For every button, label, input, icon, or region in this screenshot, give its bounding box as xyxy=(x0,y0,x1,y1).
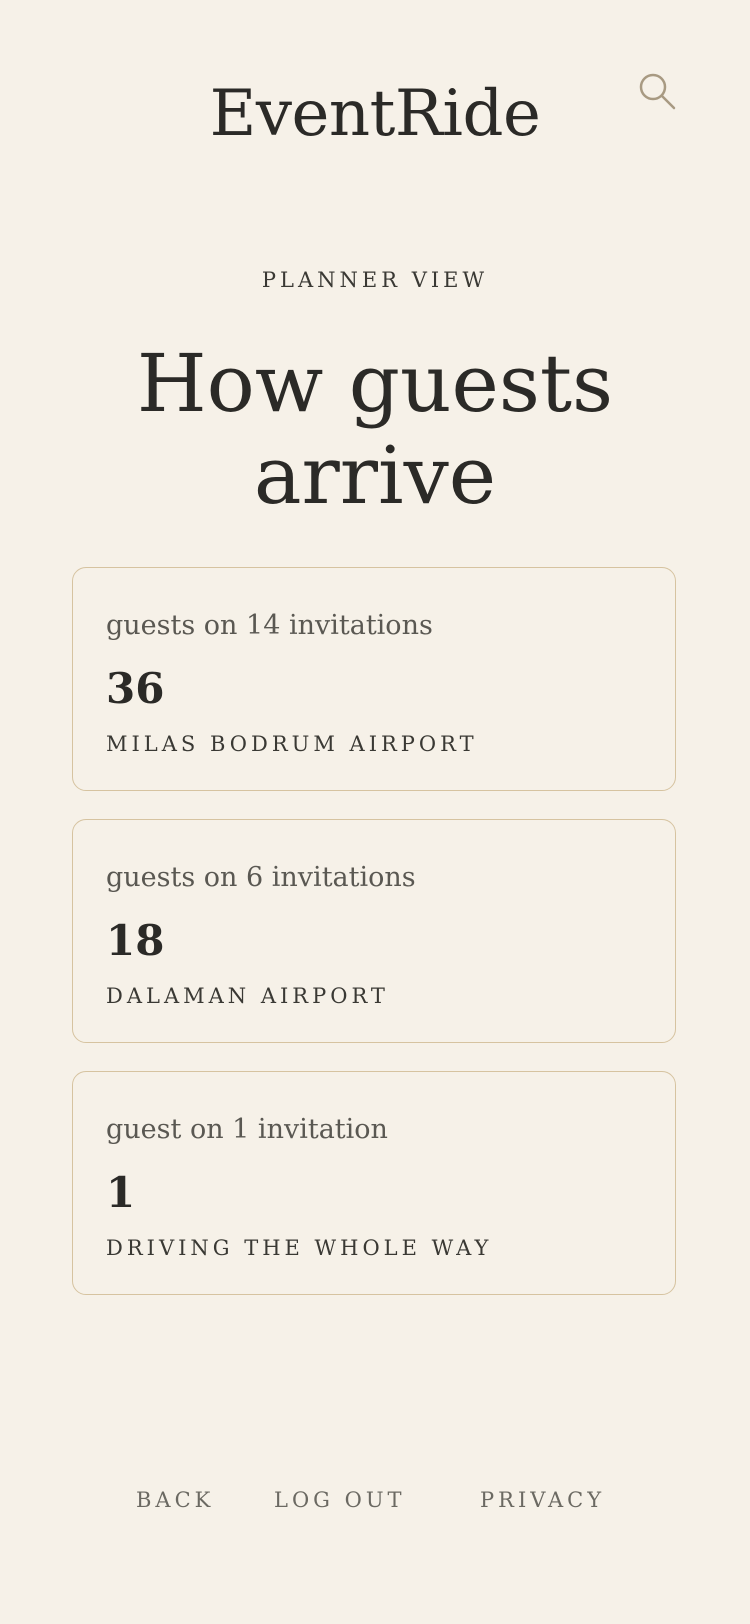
page-title: How guests arrive xyxy=(0,338,750,522)
search-button[interactable] xyxy=(638,72,678,112)
app-header: EventRide xyxy=(0,0,750,180)
search-icon xyxy=(639,73,676,110)
arrival-card-caption: guests on 6 invitations xyxy=(106,862,416,893)
privacy-link[interactable]: PRIVACY xyxy=(480,1488,605,1512)
arrival-card-caption: guests on 14 invitations xyxy=(106,610,433,641)
arrival-card-count: 1 xyxy=(106,1168,136,1217)
arrival-card-count: 36 xyxy=(106,664,165,713)
arrival-card-destination: DALAMAN AIRPORT xyxy=(106,984,389,1008)
back-link[interactable]: BACK xyxy=(136,1488,214,1512)
arrival-card: guest on 1 invitation 1 DRIVING THE WHOL… xyxy=(72,1071,676,1295)
page-title-line-1: How guests xyxy=(136,337,614,430)
section-eyebrow: PLANNER VIEW xyxy=(261,268,489,292)
arrival-card-count: 18 xyxy=(106,916,165,965)
arrival-card-destination: DRIVING THE WHOLE WAY xyxy=(106,1236,493,1260)
logout-link[interactable]: LOG OUT xyxy=(274,1488,406,1512)
page-title-line-2: arrive xyxy=(253,429,497,522)
arrival-card-destination: MILAS BODRUM AIRPORT xyxy=(106,732,478,756)
arrival-card: guests on 6 invitations 18 DALAMAN AIRPO… xyxy=(72,819,676,1043)
arrival-card: guests on 14 invitations 36 MILAS BODRUM… xyxy=(72,567,676,791)
arrival-card-caption: guest on 1 invitation xyxy=(106,1114,388,1145)
